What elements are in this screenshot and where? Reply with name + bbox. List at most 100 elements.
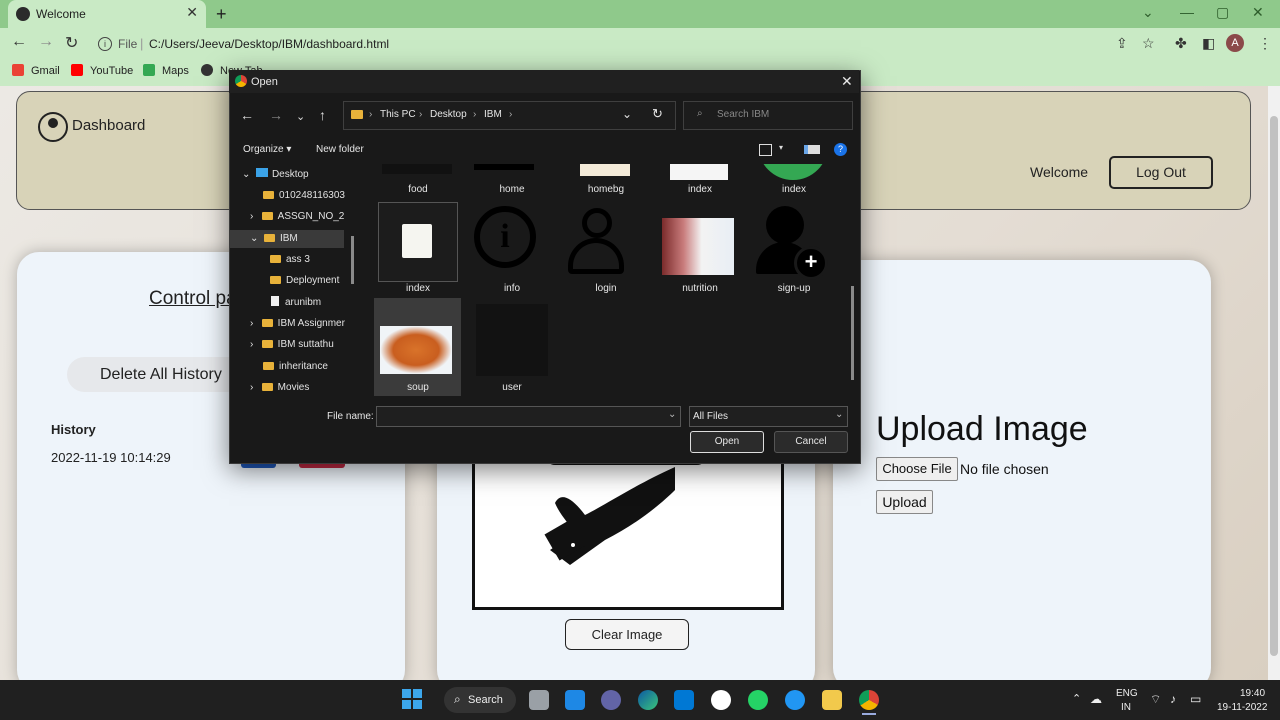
nav-item-folder[interactable]: › IBM Assignmer	[250, 318, 345, 329]
file-item-soup[interactable]: soup	[378, 382, 458, 393]
nav-label: Desktop	[271, 169, 309, 180]
recent-locations-icon[interactable]: ⌄	[296, 110, 305, 123]
file-item[interactable]: homebg	[566, 184, 646, 195]
preview-pane-icon[interactable]	[804, 145, 820, 154]
new-tab-icon[interactable]: +	[216, 4, 227, 25]
share-icon[interactable]: ⇪	[1116, 35, 1128, 52]
file-item[interactable]: info	[472, 283, 552, 294]
file-item[interactable]: user	[472, 382, 552, 393]
reload-icon[interactable]: ↻	[65, 33, 78, 53]
dialog-forward-icon[interactable]: →	[269, 107, 283, 123]
url-text[interactable]: C:/Users/Jeeva/Desktop/IBM/dashboard.htm…	[149, 37, 389, 51]
task-view-icon[interactable]	[529, 690, 549, 710]
breadcrumb-desktop[interactable]: Desktop	[430, 109, 467, 120]
clock-time[interactable]: 19:40	[1240, 688, 1265, 699]
breadcrumb-ibm[interactable]: IBM	[484, 109, 502, 120]
file-explorer-icon[interactable]	[822, 690, 842, 710]
python-icon[interactable]	[785, 690, 805, 710]
file-item[interactable]: login	[566, 283, 646, 294]
window-close-icon[interactable]: ✕	[1252, 4, 1264, 21]
bookmark-gmail[interactable]: Gmail	[31, 65, 60, 77]
github-icon[interactable]	[711, 690, 731, 710]
extensions-icon[interactable]: ✤	[1175, 35, 1187, 52]
file-item[interactable]: index	[754, 184, 834, 195]
search-icon: ⌕	[697, 108, 703, 119]
history-label: History	[51, 422, 96, 437]
cancel-button[interactable]: Cancel	[774, 431, 848, 453]
start-tile	[413, 689, 422, 698]
forward-icon[interactable]: →	[38, 33, 54, 51]
browser-tab[interactable]: Welcome ✕	[8, 0, 206, 28]
nav-item-folder[interactable]: ass 3	[270, 254, 310, 265]
nav-item-folder[interactable]: › ASSGN_NO_2	[250, 211, 344, 222]
view-icon[interactable]	[759, 144, 772, 156]
teams-chat-icon[interactable]	[601, 690, 621, 710]
up-folder-icon[interactable]: ↑	[319, 107, 326, 123]
refresh-icon[interactable]: ↻	[652, 106, 663, 122]
open-button[interactable]: Open	[690, 431, 764, 453]
profile-avatar[interactable]: A	[1226, 34, 1244, 52]
file-item[interactable]: nutrition	[660, 283, 740, 294]
bookmark-maps[interactable]: Maps	[162, 65, 189, 77]
file-type-dropdown-icon[interactable]: ⌄	[835, 409, 843, 420]
whatsapp-icon[interactable]	[748, 690, 768, 710]
nav-item-ibm[interactable]: ⌄ IBM	[230, 230, 344, 248]
file-item[interactable]: index	[660, 184, 740, 195]
nav-item-desktop[interactable]: ⌄ Desktop	[242, 168, 309, 180]
chevron-down-icon[interactable]: ⌄	[1142, 4, 1154, 21]
address-bar[interactable]: i File | C:/Users/Jeeva/Desktop/IBM/dash…	[90, 32, 1165, 56]
language-top[interactable]: ENG	[1116, 688, 1138, 699]
onedrive-icon[interactable]: ☁	[1090, 692, 1102, 706]
nav-item-folder[interactable]: inheritance	[263, 361, 328, 372]
file-name-input[interactable]	[376, 406, 681, 427]
volume-icon[interactable]: ♪	[1170, 692, 1176, 706]
maps-icon	[143, 64, 155, 76]
upload-button[interactable]: Upload	[876, 490, 933, 514]
bookmark-youtube[interactable]: YouTube	[90, 65, 133, 77]
windows-start-icon[interactable]	[402, 689, 422, 709]
file-item[interactable]: food	[378, 184, 458, 195]
choose-file-button[interactable]: Choose File	[876, 457, 958, 481]
minimize-icon[interactable]: —	[1180, 4, 1194, 20]
widgets-icon[interactable]	[565, 690, 585, 710]
nav-label: arunibm	[285, 297, 322, 308]
maximize-icon[interactable]: ▢	[1216, 4, 1229, 21]
file-view-scrollbar[interactable]	[851, 286, 854, 380]
dialog-back-icon[interactable]: ←	[240, 107, 254, 123]
organize-menu[interactable]: Organize ▾	[243, 144, 291, 155]
file-item[interactable]: home	[472, 184, 552, 195]
nav-item-folder[interactable]: › IBM suttathu	[250, 339, 334, 350]
path-dropdown-icon[interactable]: ⌄	[622, 107, 632, 121]
nav-scrollbar[interactable]	[351, 236, 354, 284]
file-name-dropdown-icon[interactable]: ⌄	[668, 409, 676, 420]
chrome-taskbar-icon[interactable]	[859, 690, 879, 710]
help-icon[interactable]: ?	[834, 143, 847, 156]
wifi-icon[interactable]: ⌔	[1150, 692, 1161, 707]
tray-overflow-icon[interactable]: ⌃	[1072, 692, 1081, 705]
file-item[interactable]: index	[378, 283, 458, 294]
start-tile	[402, 700, 411, 709]
logout-button[interactable]: Log Out	[1109, 156, 1213, 189]
store-icon[interactable]	[674, 690, 694, 710]
battery-icon[interactable]: ▭	[1190, 692, 1201, 706]
file-name-label: File name:	[327, 411, 374, 422]
side-panel-icon[interactable]: ◧	[1202, 35, 1215, 52]
signup-file-icon	[766, 206, 804, 244]
info-icon[interactable]: i	[98, 37, 112, 51]
view-dropdown-icon[interactable]: ▾	[779, 143, 783, 152]
back-icon[interactable]: ←	[11, 33, 27, 51]
new-folder-button[interactable]: New folder	[316, 144, 364, 155]
menu-icon[interactable]: ⋮	[1258, 35, 1272, 52]
nav-item-folder[interactable]: Deployment	[270, 275, 339, 286]
nav-item-file[interactable]: arunibm	[271, 296, 321, 308]
nav-item-folder[interactable]: › Movies	[250, 382, 309, 393]
nav-item-folder[interactable]: 010248116303	[263, 190, 345, 201]
bookmark-star-icon[interactable]: ☆	[1142, 35, 1155, 52]
tab-close-icon[interactable]: ✕	[186, 4, 198, 21]
page-scroll-thumb[interactable]	[1270, 116, 1278, 656]
breadcrumb-this-pc[interactable]: This PC	[380, 109, 416, 120]
clear-image-button[interactable]: Clear Image	[565, 619, 689, 650]
dialog-close-icon[interactable]: ✕	[841, 73, 853, 90]
edge-icon[interactable]	[638, 690, 658, 710]
file-item[interactable]: sign-up	[754, 283, 834, 294]
